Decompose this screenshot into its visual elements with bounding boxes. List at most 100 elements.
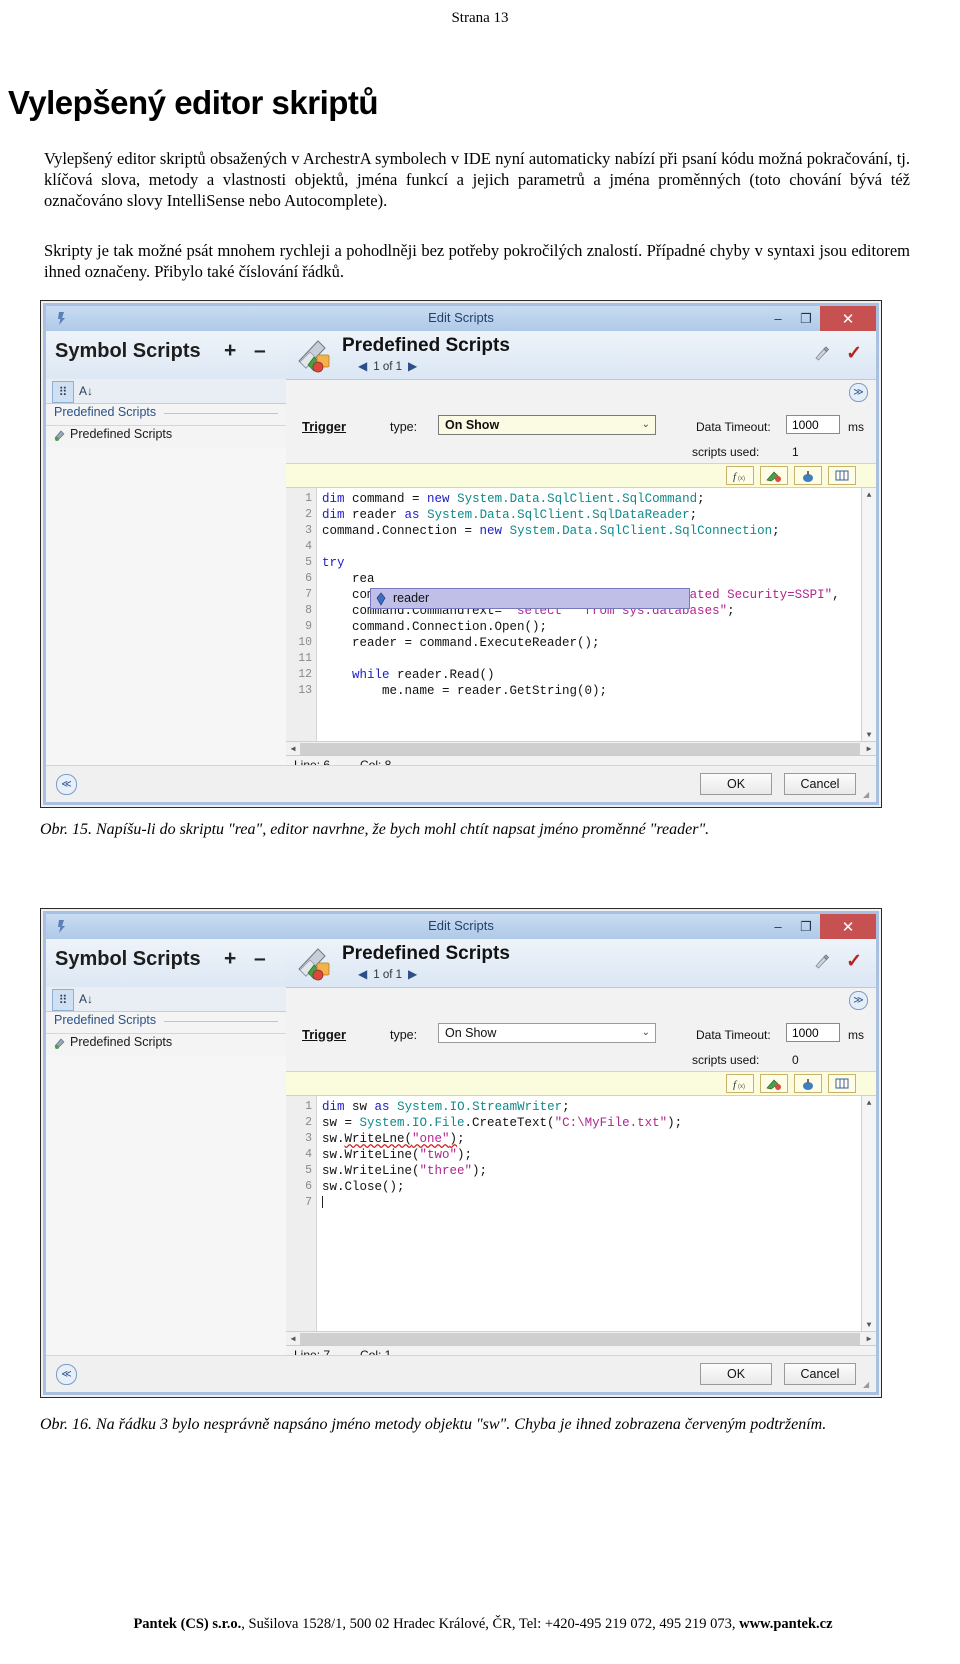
script-group-label: Predefined Scripts xyxy=(54,405,157,419)
remove-script-button[interactable]: – xyxy=(254,947,266,971)
scroll-right-icon[interactable]: ▶ xyxy=(863,743,875,755)
list-item[interactable]: Predefined Scripts xyxy=(46,1033,286,1055)
window-frame: Edit Scripts – ❐ ✕ Symbol Scripts + – ⠿ … xyxy=(43,911,879,1395)
footer-address: , Sušilova 1528/1, 500 02 Hradec Králové… xyxy=(241,1616,740,1632)
edit-pencil-icon[interactable] xyxy=(814,953,830,973)
ok-button[interactable]: OK xyxy=(700,1363,772,1385)
line-number: 7 xyxy=(305,588,312,601)
pager-prev-icon[interactable]: ◀ xyxy=(358,967,367,981)
type-label: type: xyxy=(390,1028,418,1042)
cancel-button[interactable]: Cancel xyxy=(784,1363,856,1385)
trigger-type-select[interactable]: On Show ⌄ xyxy=(438,1023,656,1043)
validate-check-icon[interactable]: ✓ xyxy=(846,342,862,365)
dialog-footer: ≪ OK Cancel ◢ xyxy=(46,1355,876,1392)
pager-next-icon[interactable]: ▶ xyxy=(408,967,417,981)
collapse-section-icon[interactable]: ≫ xyxy=(849,383,868,402)
maximize-button[interactable]: ❐ xyxy=(792,914,820,939)
script-icon xyxy=(53,429,66,442)
record-pager: ◀ 1 of 1 ▶ xyxy=(352,967,423,981)
sort-alpha-icon[interactable]: A↓ xyxy=(76,989,96,1009)
scripts-used-value: 0 xyxy=(792,1053,799,1067)
collapse-left-icon[interactable]: ≪ xyxy=(56,1364,77,1385)
validate-check-icon[interactable]: ✓ xyxy=(846,950,862,973)
ok-button[interactable]: OK xyxy=(700,773,772,795)
autocomplete-popup[interactable]: reader xyxy=(370,588,690,609)
predefined-scripts-pane: Predefined Scripts ◀ 1 of 1 ▶ ✓ ≫ Trigger … xyxy=(286,939,876,1392)
trigger-type-select[interactable]: On Show ⌄ xyxy=(438,415,656,435)
code-line: sw.WriteLine("two"); xyxy=(322,1148,473,1162)
scroll-left-icon[interactable]: ◀ xyxy=(287,1333,299,1345)
scroll-up-icon[interactable]: ▲ xyxy=(863,1097,875,1109)
code-line: command.Connection = new System.Data.Sql… xyxy=(322,524,780,538)
script-group-header: Predefined Scripts xyxy=(46,1011,286,1034)
symbol-scripts-title: Symbol Scripts xyxy=(55,340,201,362)
script-list-body xyxy=(46,447,286,776)
list-item-label: Predefined Scripts xyxy=(70,427,173,441)
script-group-header: Predefined Scripts xyxy=(46,403,286,426)
symbol-scripts-title: Symbol Scripts xyxy=(55,948,201,970)
insert-attribute-button[interactable] xyxy=(760,466,788,485)
scroll-thumb[interactable] xyxy=(300,743,860,755)
insert-table-button[interactable] xyxy=(828,1074,856,1093)
resize-grip-icon[interactable]: ◢ xyxy=(863,1380,873,1390)
data-timeout-input[interactable]: 1000 xyxy=(786,1023,840,1042)
grid-view-icon[interactable]: ⠿ xyxy=(52,381,74,403)
close-button[interactable]: ✕ xyxy=(820,914,876,939)
data-timeout-input[interactable]: 1000 xyxy=(786,415,840,434)
editor-toolbar: f (x) xyxy=(286,463,876,489)
line-number: 5 xyxy=(305,556,312,569)
pager-prev-icon[interactable]: ◀ xyxy=(358,359,367,373)
scroll-up-icon[interactable]: ▲ xyxy=(863,489,875,501)
title-bar: Edit Scripts – ❐ ✕ xyxy=(46,914,876,940)
code-line: dim command = new System.Data.SqlClient.… xyxy=(322,492,705,506)
figure-16-caption: Obr. 16. Na řádku 3 bylo nesprávně napsá… xyxy=(40,1416,827,1433)
insert-function-button[interactable]: f (x) xyxy=(726,466,754,485)
collapse-left-icon[interactable]: ≪ xyxy=(56,774,77,795)
code-hscrollbar[interactable]: ◀ ▶ xyxy=(286,741,876,756)
cancel-button[interactable]: Cancel xyxy=(784,773,856,795)
insert-attribute-button[interactable] xyxy=(760,1074,788,1093)
scroll-down-icon[interactable]: ▼ xyxy=(863,1319,875,1331)
add-script-button[interactable]: + xyxy=(224,947,236,971)
predefined-scripts-header: Predefined Scripts ◀ 1 of 1 ▶ ✓ xyxy=(286,331,876,380)
code-line: sw.Close(); xyxy=(322,1180,405,1194)
code-editor[interactable]: 1 2 3 4 5 6 7 dim sw as System.IO.Stream… xyxy=(286,1095,876,1346)
code-vscrollbar[interactable]: ▲ ▼ xyxy=(861,1096,876,1332)
pager-next-icon[interactable]: ▶ xyxy=(408,359,417,373)
script-large-icon xyxy=(294,335,334,375)
maximize-button[interactable]: ❐ xyxy=(792,306,820,331)
insert-function-button[interactable]: f (x) xyxy=(726,1074,754,1093)
resize-grip-icon[interactable]: ◢ xyxy=(863,790,873,800)
code-hscrollbar[interactable]: ◀ ▶ xyxy=(286,1331,876,1346)
scripts-used-label: scripts used: xyxy=(692,1053,760,1067)
chevron-down-icon[interactable]: ⌄ xyxy=(642,1027,650,1038)
list-item[interactable]: Predefined Scripts xyxy=(46,425,286,447)
line-number: 1 xyxy=(305,1100,312,1113)
add-script-button[interactable]: + xyxy=(224,339,236,363)
line-number: 13 xyxy=(298,684,312,697)
dialog-footer: ≪ OK Cancel ◢ xyxy=(46,765,876,802)
code-vscrollbar[interactable]: ▲ ▼ xyxy=(861,488,876,742)
insert-object-button[interactable] xyxy=(794,466,822,485)
predefined-scripts-title: Predefined Scripts xyxy=(342,943,510,964)
scroll-right-icon[interactable]: ▶ xyxy=(863,1333,875,1345)
grid-view-icon[interactable]: ⠿ xyxy=(52,989,74,1011)
minimize-button[interactable]: – xyxy=(764,306,792,331)
symbol-scripts-header: Symbol Scripts + – xyxy=(46,331,286,380)
scroll-left-icon[interactable]: ◀ xyxy=(287,743,299,755)
code-editor[interactable]: 1 2 3 4 5 6 7 8 9 10 11 12 13 dim comman… xyxy=(286,487,876,756)
collapse-section-icon[interactable]: ≫ xyxy=(849,991,868,1010)
scroll-down-icon[interactable]: ▼ xyxy=(863,729,875,741)
data-timeout-value: 1000 xyxy=(792,418,819,432)
pager-text: 1 of 1 xyxy=(373,361,403,373)
figure-16-screenshot: Edit Scripts – ❐ ✕ Symbol Scripts + – ⠿ … xyxy=(40,908,882,1398)
remove-script-button[interactable]: – xyxy=(254,339,266,363)
edit-pencil-icon[interactable] xyxy=(814,345,830,365)
chevron-down-icon[interactable]: ⌄ xyxy=(642,419,650,430)
insert-object-button[interactable] xyxy=(794,1074,822,1093)
insert-table-button[interactable] xyxy=(828,466,856,485)
scroll-thumb[interactable] xyxy=(300,1333,860,1345)
sort-alpha-icon[interactable]: A↓ xyxy=(76,381,96,401)
minimize-button[interactable]: – xyxy=(764,914,792,939)
close-button[interactable]: ✕ xyxy=(820,306,876,331)
